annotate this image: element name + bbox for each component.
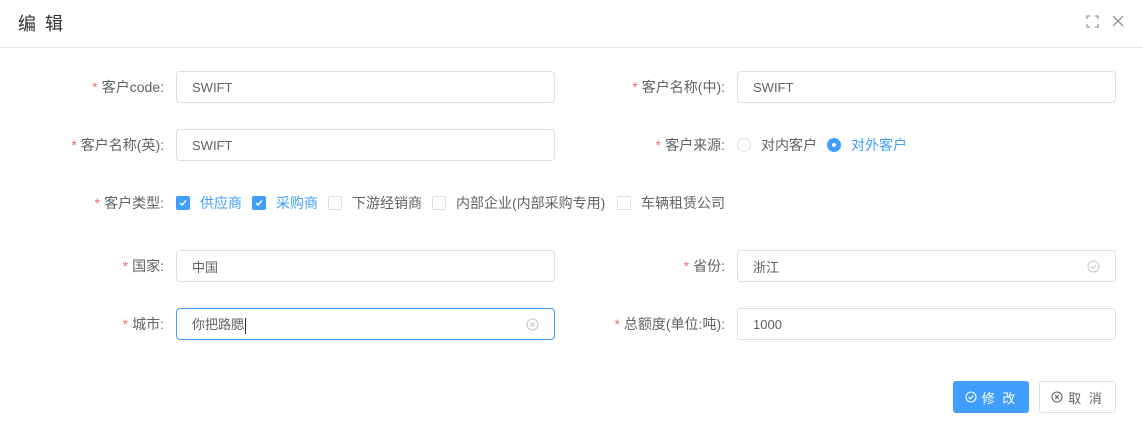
checkbox-label: 下游经销商	[352, 195, 422, 211]
circle-check-icon	[965, 391, 977, 403]
customer-name-en-value: SWIFT	[192, 137, 233, 153]
checkbox-internal-enterprise[interactable]: 内部企业(内部采购专用)	[432, 193, 605, 213]
checkbox-vehicle-rental[interactable]: 车辆租赁公司	[617, 193, 725, 213]
radio-circle	[827, 138, 841, 152]
required-mark: *	[683, 258, 690, 274]
customer-code-label-text: 客户code:	[101, 79, 164, 95]
country-value: 中国	[192, 259, 219, 275]
city-label: * 城市:	[20, 308, 164, 340]
customer-type-label-text: 客户类型:	[104, 195, 164, 211]
radio-label: 对内客户	[761, 137, 817, 153]
total-limit-label-text: 总额度(单位:吨):	[623, 316, 725, 332]
dialog-title: 编 辑	[18, 14, 66, 34]
submit-button[interactable]: 修 改	[953, 381, 1029, 413]
checkbox-supplier[interactable]: 供应商	[176, 193, 242, 213]
radio-circle	[737, 138, 751, 152]
required-mark: *	[94, 195, 101, 211]
checkbox-box	[328, 196, 342, 210]
customer-name-en-label-text: 客户名称(英):	[80, 137, 164, 153]
total-limit-value: 1000	[753, 316, 782, 332]
province-select[interactable]: 浙江	[737, 250, 1116, 282]
text-caret	[245, 317, 247, 334]
circle-check-icon	[1086, 259, 1100, 273]
checkbox-box	[432, 196, 446, 210]
checkbox-label: 采购商	[276, 195, 318, 211]
customer-name-cn-label: * 客户名称(中):	[560, 71, 725, 103]
province-label-text: 省份:	[693, 258, 725, 274]
required-mark: *	[614, 316, 620, 332]
submit-button-label: 修 改	[981, 390, 1018, 406]
checkbox-purchaser[interactable]: 采购商	[252, 193, 318, 213]
customer-source-label-text: 客户来源:	[665, 137, 725, 153]
customer-name-en-input[interactable]: SWIFT	[176, 129, 555, 161]
cancel-button[interactable]: 取 消	[1039, 381, 1116, 413]
radio-internal-customer[interactable]: 对内客户	[737, 135, 817, 155]
radio-label: 对外客户	[851, 137, 907, 153]
checkbox-check-icon	[252, 196, 266, 210]
required-mark: *	[92, 79, 98, 95]
required-mark: *	[655, 137, 662, 153]
total-limit-input[interactable]: 1000	[737, 308, 1116, 340]
customer-name-cn-label-text: 客户名称(中):	[641, 79, 725, 95]
province-label: * 省份:	[560, 250, 725, 282]
checkbox-check-icon	[176, 196, 190, 210]
city-input[interactable]: 你把路腮	[176, 308, 555, 340]
country-label-text: 国家:	[132, 258, 164, 274]
city-value-wrap: 你把路腮	[192, 314, 525, 334]
checkbox-downstream-dealer[interactable]: 下游经销商	[328, 193, 422, 213]
country-input[interactable]: 中国	[176, 250, 555, 282]
country-label: * 国家:	[20, 250, 164, 282]
city-label-text: 城市:	[132, 316, 164, 332]
customer-code-label: * 客户code:	[20, 71, 164, 103]
checkbox-label: 车辆租赁公司	[641, 195, 725, 211]
fullscreen-icon[interactable]	[1085, 14, 1099, 28]
required-mark: *	[122, 316, 129, 332]
customer-code-value: SWIFT	[192, 79, 233, 95]
clear-icon[interactable]	[525, 317, 539, 331]
checkbox-box	[617, 196, 631, 210]
province-value: 浙江	[753, 259, 780, 275]
dialog-header-actions	[1085, 14, 1125, 28]
customer-name-cn-input[interactable]: SWIFT	[737, 71, 1116, 103]
circle-close-icon	[1051, 391, 1063, 403]
dialog-header: 编 辑	[0, 0, 1143, 48]
cancel-button-label: 取 消	[1068, 390, 1104, 406]
customer-name-en-label: * 客户名称(英):	[20, 129, 164, 161]
radio-external-customer[interactable]: 对外客户	[827, 135, 907, 155]
checkbox-label: 内部企业(内部采购专用)	[456, 195, 606, 211]
required-mark: *	[632, 79, 638, 95]
checkbox-label: 供应商	[200, 195, 242, 211]
required-mark: *	[122, 258, 129, 274]
customer-type-label: * 客户类型:	[20, 187, 164, 219]
total-limit-label: * 总额度(单位:吨):	[560, 308, 725, 340]
customer-source-label: * 客户来源:	[560, 129, 725, 161]
required-mark: *	[71, 137, 77, 153]
close-icon[interactable]	[1111, 14, 1125, 28]
city-value: 你把路腮	[192, 317, 245, 333]
customer-name-cn-value: SWIFT	[753, 79, 794, 95]
customer-code-input[interactable]: SWIFT	[176, 71, 555, 103]
